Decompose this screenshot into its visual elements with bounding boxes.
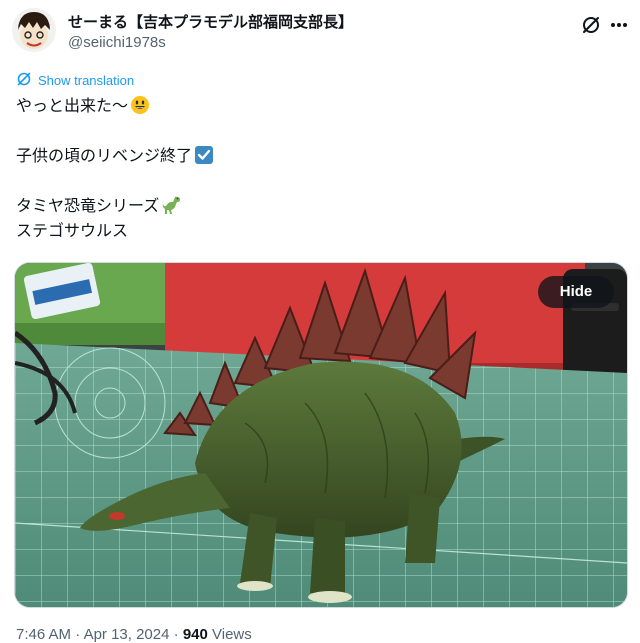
tweet-header: せーまる【吉本プラモデル部福岡支部長】 @seiichi1978s	[12, 8, 628, 58]
tweet-line: タミヤ恐竜シリーズ	[16, 194, 616, 219]
show-translation-label[interactable]: Show translation	[38, 73, 134, 88]
tweet-line: ステゴサウルス	[16, 223, 129, 240]
tweet-footer: 7:46 AM · Apr 13, 2024 · 940 Views	[16, 626, 252, 643]
grok-icon[interactable]	[580, 14, 602, 36]
show-translation-link[interactable]: Show translation	[16, 71, 134, 89]
globe-icon	[16, 71, 32, 90]
smile-emoji-icon	[130, 95, 150, 123]
check-emoji-icon	[194, 145, 214, 173]
separator: ·	[75, 626, 81, 643]
tweet-text: やっと出来た〜 子供の頃のリベンジ終了 タミヤ恐竜シリーズ ステゴサウルス	[16, 94, 616, 244]
dinosaur-emoji-icon	[161, 195, 183, 223]
avatar[interactable]	[12, 8, 56, 52]
tweet-time[interactable]: 7:46 AM	[16, 626, 71, 643]
hide-media-button[interactable]: Hide	[538, 276, 614, 308]
views-count: 940	[182, 626, 208, 643]
display-name[interactable]: せーまる【吉本プラモデル部福岡支部長】	[68, 11, 353, 32]
tweet-line: 子供の頃のリベンジ終了	[16, 144, 616, 169]
user-handle[interactable]: @seiichi1978s	[68, 34, 166, 51]
tweet-photo[interactable]	[14, 262, 628, 608]
views-label: Views	[212, 626, 252, 643]
more-options-icon[interactable]	[608, 14, 630, 36]
tweet-date[interactable]: Apr 13, 2024	[84, 626, 170, 643]
tweet-line: やっと出来た〜	[16, 94, 616, 119]
separator: ·	[173, 626, 179, 643]
